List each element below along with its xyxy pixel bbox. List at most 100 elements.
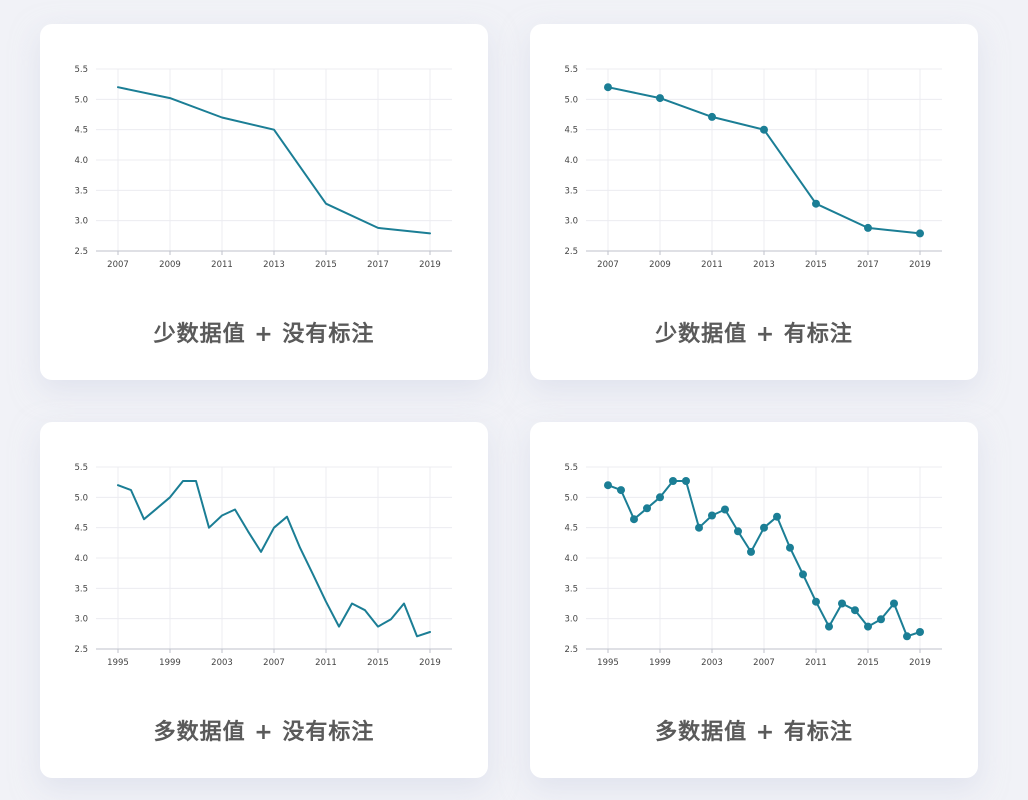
- x-tick-label: 2015: [857, 658, 879, 668]
- y-tick-label: 5.5: [74, 463, 88, 473]
- data-point: [630, 515, 638, 524]
- x-tick-label: 2003: [211, 658, 233, 668]
- y-tick-label: 3.0: [74, 217, 88, 227]
- y-tick-label: 5.5: [564, 463, 578, 473]
- y-tick-label: 2.5: [564, 247, 578, 257]
- chart-caption: 少数据值 + 没有标注: [153, 322, 375, 347]
- data-point: [773, 512, 781, 521]
- y-tick-label: 4.5: [564, 524, 578, 534]
- x-tick-label: 2009: [159, 260, 181, 270]
- x-tick-label: 2015: [315, 260, 337, 270]
- data-point: [708, 112, 716, 121]
- y-tick-label: 2.5: [74, 247, 88, 257]
- x-tick-label: 2013: [263, 260, 285, 270]
- line-chart-few-points-no-markers: 2.5 3.0 3.5 4.0 4.5 5.0 5.5 2007 2009 2011 2013 201…: [74, 65, 452, 270]
- y-tick-label: 4.0: [74, 554, 88, 564]
- line-chart-many-points-no-markers: 2.5 3.0 3.5 4.0 4.5 5.0 5.5 1995 1999 2003 2007 201…: [74, 463, 452, 668]
- chart-card-many-points-no-markers: 2.5 3.0 3.5 4.0 4.5 5.0 5.5 1995 1999 2003 2007 201…: [40, 422, 488, 778]
- y-tick-label: 5.0: [564, 95, 578, 105]
- data-point: [864, 223, 872, 232]
- data-point: [799, 570, 807, 579]
- x-tick-label: 2011: [805, 658, 827, 668]
- x-tick-label: 2009: [649, 260, 671, 270]
- chart-caption: 多数据值 + 有标注: [655, 720, 853, 745]
- y-tick-label: 5.0: [74, 95, 88, 105]
- data-point: [760, 125, 768, 134]
- chart-comparison-page: 2.5 3.0 3.5 4.0 4.5 5.0 5.5 2007 2009 2011 2013 201…: [0, 0, 1028, 800]
- x-tick-label: 2007: [107, 260, 129, 270]
- data-point: [695, 523, 703, 532]
- x-tick-label: 2007: [753, 658, 775, 668]
- x-tick-label: 1995: [597, 658, 619, 668]
- data-point: [617, 486, 625, 495]
- data-point: [786, 543, 794, 552]
- y-tick-label: 4.5: [564, 126, 578, 136]
- y-tick-label: 2.5: [74, 645, 88, 655]
- y-tick-label: 5.5: [564, 65, 578, 75]
- data-point: [812, 199, 820, 208]
- x-tick-label: 2011: [211, 260, 233, 270]
- data-point: [656, 94, 664, 103]
- y-tick-label: 3.5: [564, 584, 578, 594]
- y-tick-label: 2.5: [564, 645, 578, 655]
- chart-card-few-points-with-markers: 2.5 3.0 3.5 4.0 4.5 5.0 5.5 2007 2009 2011 2013 201…: [530, 24, 978, 380]
- y-tick-label: 3.5: [564, 186, 578, 196]
- x-tick-label: 2007: [597, 260, 619, 270]
- y-tick-label: 4.0: [564, 554, 578, 564]
- y-tick-label: 3.0: [74, 615, 88, 625]
- x-tick-label: 1999: [159, 658, 181, 668]
- chart-caption: 多数据值 + 没有标注: [153, 720, 375, 745]
- x-tick-label: 2007: [263, 658, 285, 668]
- y-tick-label: 4.5: [74, 524, 88, 534]
- data-point: [851, 606, 859, 615]
- x-tick-label: 2013: [753, 260, 775, 270]
- data-point: [825, 622, 833, 631]
- y-tick-label: 3.0: [564, 217, 578, 227]
- data-point: [669, 477, 677, 485]
- y-tick-label: 4.5: [74, 126, 88, 136]
- x-tick-label: 2015: [367, 658, 389, 668]
- x-tick-label: 2011: [701, 260, 723, 270]
- x-tick-label: 1995: [107, 658, 129, 668]
- data-point: [734, 527, 742, 536]
- data-point: [721, 505, 729, 514]
- data-point: [890, 599, 898, 608]
- data-point: [656, 493, 664, 502]
- data-point: [682, 477, 690, 485]
- y-tick-label: 3.5: [74, 186, 88, 196]
- x-tick-label: 1999: [649, 658, 671, 668]
- x-tick-label: 2019: [909, 260, 931, 270]
- y-tick-label: 4.0: [564, 156, 578, 166]
- line-chart-few-points-with-markers: 2.5 3.0 3.5 4.0 4.5 5.0 5.5 2007 2009 2011 2013 201…: [564, 65, 942, 270]
- y-tick-label: 5.0: [564, 493, 578, 503]
- x-tick-label: 2019: [909, 658, 931, 668]
- data-point: [708, 511, 716, 520]
- y-tick-label: 5.0: [74, 493, 88, 503]
- data-point: [604, 481, 612, 490]
- chart-caption: 少数据值 + 有标注: [655, 322, 853, 347]
- x-tick-label: 2011: [315, 658, 337, 668]
- line-chart-many-points-with-markers: 2.5 3.0 3.5 4.0 4.5 5.0 5.5 1995 1999 2003 2007 201…: [564, 463, 942, 668]
- x-tick-label: 2003: [701, 658, 723, 668]
- data-point: [760, 523, 768, 532]
- data-point: [864, 622, 872, 631]
- data-point: [916, 229, 924, 238]
- data-point: [877, 615, 885, 624]
- y-tick-label: 3.0: [564, 615, 578, 625]
- data-point: [903, 632, 911, 641]
- x-tick-label: 2019: [419, 260, 441, 270]
- x-tick-label: 2015: [805, 260, 827, 270]
- data-point: [838, 599, 846, 608]
- x-tick-label: 2019: [419, 658, 441, 668]
- data-point: [812, 597, 820, 606]
- data-point: [747, 547, 755, 556]
- data-point: [643, 504, 651, 513]
- y-tick-label: 4.0: [74, 156, 88, 166]
- y-tick-label: 5.5: [74, 65, 88, 75]
- data-point: [604, 83, 612, 92]
- chart-card-many-points-with-markers: 2.5 3.0 3.5 4.0 4.5 5.0 5.5 1995 1999 2003 2007 201…: [530, 422, 978, 778]
- x-tick-label: 2017: [367, 260, 389, 270]
- y-tick-label: 3.5: [74, 584, 88, 594]
- chart-card-few-points-no-markers: 2.5 3.0 3.5 4.0 4.5 5.0 5.5 2007 2009 2011 2013 201…: [40, 24, 488, 380]
- data-point: [916, 628, 924, 636]
